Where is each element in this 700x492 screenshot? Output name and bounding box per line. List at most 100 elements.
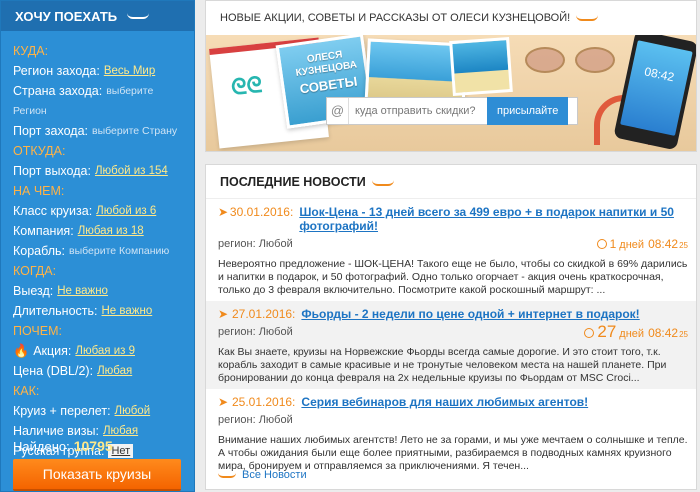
filter-row: Компания: Любая из 18 [13,221,194,241]
news-title-link[interactable]: Серия вебинаров для наших любимых агенто… [301,395,588,409]
news-region: регион: Любой [218,238,293,250]
found-label: Найдено: [13,439,70,454]
filter-value: выберите Страну [92,125,178,137]
countdown-timer: 1 дней 08:42 25 [596,237,688,251]
search-sidebar: ХОЧУ ПОЕХАТЬ КУДА: Регион захода: Весь Мир… [0,0,195,492]
filter-list: КУДА: Регион захода: Весь Мир Страна захода… [1,31,194,461]
phone-time: 08:42 [620,40,693,136]
section-label: КОГДА: [13,264,57,278]
filter-value[interactable]: Любой из 6 [96,201,156,221]
promo-banner: НОВЫЕ АКЦИИ, СОВЕТЫ И РАССКАЗЫ ОТ ОЛЕСИ … [205,0,697,152]
logo-icon: ᘓᘓ [229,71,264,100]
filter-label: Акция: [33,344,72,358]
news-date: 27.01.2016: [232,307,296,321]
section-label: НА ЧЕМ: [13,184,65,198]
filter-label: Круиз + перелет: [13,404,111,418]
filter-value[interactable]: Весь Мир [104,61,155,81]
filter-label: Класс круиза: [13,204,93,218]
filter-value[interactable]: Не важно [57,281,108,301]
filter-row: Порт захода: выберите Страну [13,121,194,141]
news-date: 30.01.2016: [229,205,294,219]
news-region: регион: Любой [218,326,293,338]
phone-image: 08:42 [613,35,696,151]
filter-label: Порт захода: [13,124,88,138]
news-header: ПОСЛЕДНИЕ НОВОСТИ [206,165,696,199]
news-title: ПОСЛЕДНИЕ НОВОСТИ [220,175,366,189]
filter-value[interactable]: Любая из 9 [75,341,135,361]
countdown-timer: 27 дней 08:42 25 [584,322,688,342]
all-news-link[interactable]: Все Новости [218,469,307,481]
filter-section-heading: ПОЧЕМ: [13,321,194,341]
filter-row: Круиз + перелет: Любой [13,401,194,421]
found-counter: Найдено: 10795 [13,438,113,454]
filter-hint: Регион [13,105,47,117]
filter-value[interactable]: Любой из 154 [95,161,168,181]
show-cruises-button[interactable]: Показать круизы [13,459,181,491]
news-item: ➤ 30.01.2016: Шок-Цена - 13 дней всего з… [206,199,696,301]
news-body: Невероятно предложение - ШОК-ЦЕНА! Таког… [218,258,688,296]
filter-section-heading: ОТКУДА: [13,141,194,161]
sidebar-header: ХОЧУ ПОЕХАТЬ [1,1,194,31]
countdown-seconds: 25 [679,330,688,339]
news-title-link[interactable]: Шок-Цена - 13 дней всего за 499 евро + в… [299,205,688,233]
filter-label: Порт выхода: [13,164,91,178]
arrow-icon: ➤ [218,395,229,409]
filter-section-heading: КУДА: [13,41,194,61]
filter-value[interactable]: Не важно [102,301,153,321]
news-panel: ПОСЛЕДНИЕ НОВОСТИ ➤ 30.01.2016: Шок-Цена… [205,164,697,490]
filter-label: Цена (DBL/2): [13,364,94,378]
filter-row: Длительность: Не важно [13,301,194,321]
wave-icon [218,473,236,478]
filter-row: Выезд: Не важно [13,281,194,301]
wave-icon [371,180,394,186]
filter-label: Регион захода: [13,64,100,78]
filter-row: Страна захода: выберите [13,81,194,101]
postcard-text: ОЛЕСЯ КУЗНЕЦОВА СОВЕТЫ [286,47,367,97]
section-label: ПОЧЕМ: [13,324,62,338]
countdown-seconds: 25 [679,241,688,250]
filter-value[interactable]: Любой [115,401,151,421]
filter-section-heading: КОГДА: [13,261,194,281]
countdown-time: 08:42 [648,326,679,340]
filter-section-heading: НА ЧЕМ: [13,181,194,201]
news-date: 25.01.2016: [232,395,296,409]
banner-title: НОВЫЕ АКЦИИ, СОВЕТЫ И РАССКАЗЫ ОТ ОЛЕСИ … [220,12,571,24]
subscribe-form: @ присылайте [326,97,578,125]
filter-label: Выезд: [13,284,54,298]
wave-icon [127,13,150,19]
sunglasses-image [521,47,621,75]
banner-header: НОВЫЕ АКЦИИ, СОВЕТЫ И РАССКАЗЫ ОТ ОЛЕСИ … [206,1,696,35]
section-label: КУДА: [13,44,49,58]
filter-row: Порт выхода: Любой из 154 [13,161,194,181]
arrow-icon: ➤ [218,307,229,321]
news-body: Внимание наших любимых агентств! Лето не… [218,434,688,472]
sea-photo [449,36,513,97]
subscribe-button[interactable]: присылайте [487,97,569,125]
filter-label: Корабль: [13,244,66,258]
filter-row: Класс круиза: Любой из 6 [13,201,194,221]
filter-value: выберите [106,85,154,97]
filter-row: Регион захода: Весь Мир [13,61,194,81]
filter-value: выберите Компанию [69,245,170,257]
fire-icon: 🔥 [13,343,30,358]
news-body: Как Вы знаете, круизы на Норвежские Фьор… [218,346,667,384]
wave-icon [576,15,599,22]
clock-icon [584,328,595,338]
clock-icon [596,239,607,249]
filter-value[interactable]: Любая [97,361,132,381]
news-title-link[interactable]: Фьорды - 2 недели по цене одной + интерн… [301,307,639,321]
filter-value[interactable]: Любая из 18 [78,221,144,241]
countdown-time: 08:42 [648,237,679,251]
filter-label: Длительность: [13,304,98,318]
countdown-days-label: дней [619,239,645,251]
found-count: 10795 [73,438,113,454]
filter-row: Цена (DBL/2): Любая [13,361,194,381]
countdown-days: 1 [609,237,617,251]
at-icon: @ [327,98,349,124]
email-input[interactable] [349,98,487,124]
filter-label: Страна захода: [13,84,103,98]
filter-row: Корабль: выберите Компанию [13,241,194,261]
section-label: ОТКУДА: [13,144,66,158]
sidebar-title: ХОЧУ ПОЕХАТЬ [15,8,118,24]
banner-image: ᘓᘓ ОЛЕСЯ КУЗНЕЦОВА СОВЕТЫ 08:42 @ присыл… [206,35,696,151]
